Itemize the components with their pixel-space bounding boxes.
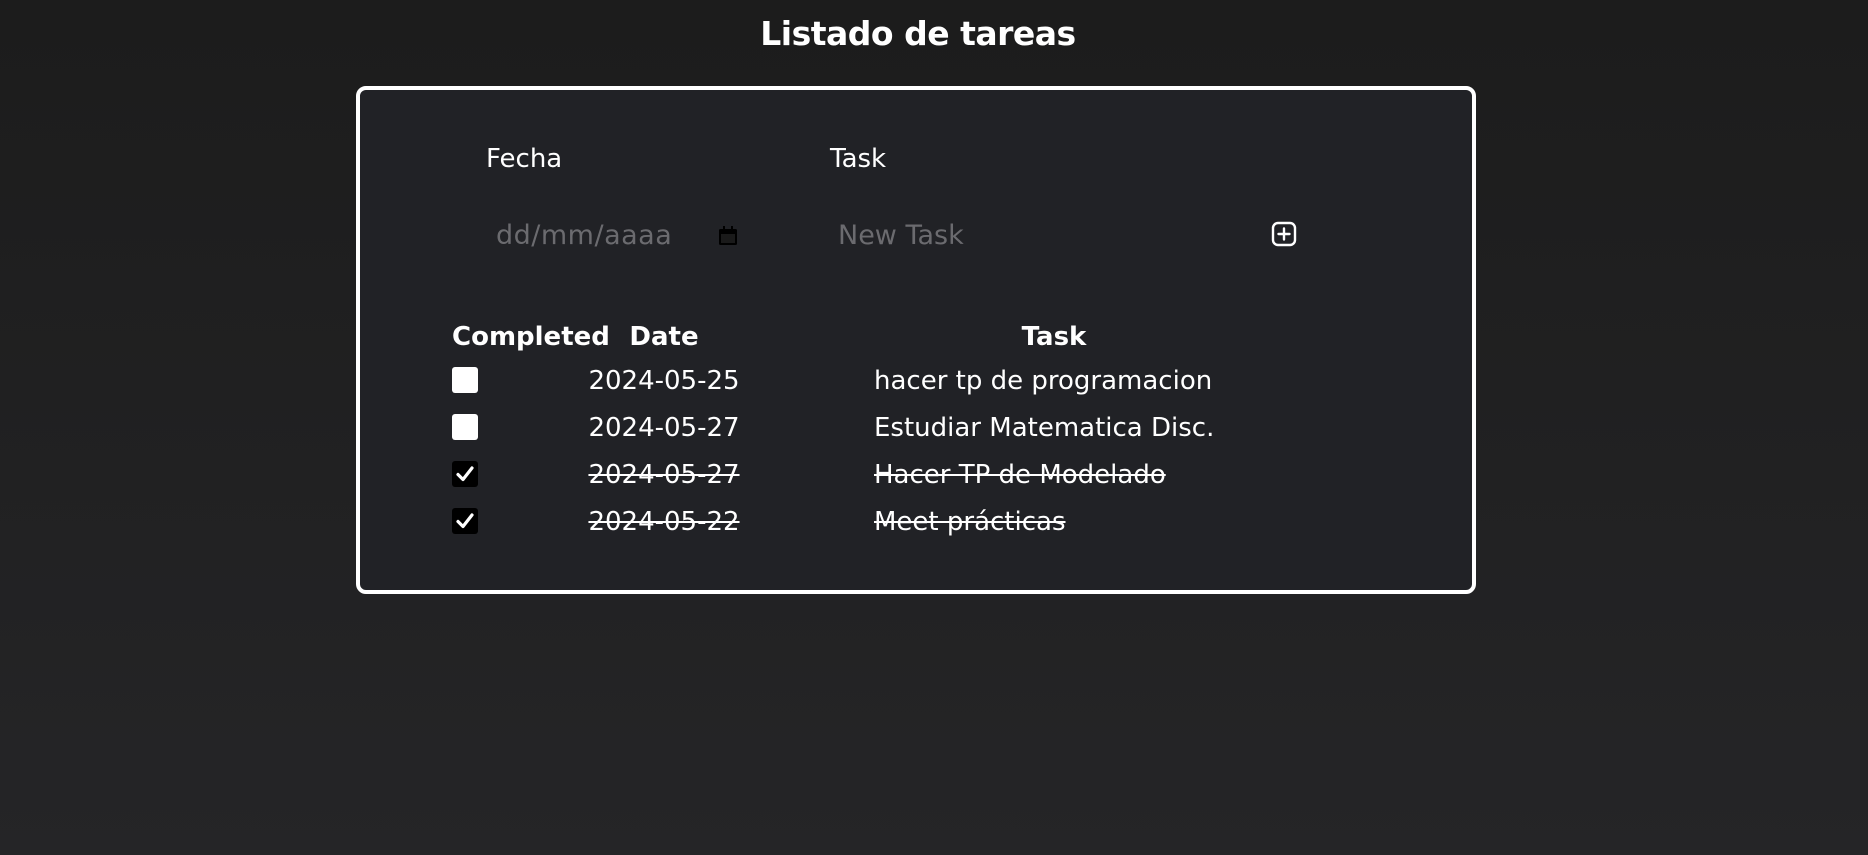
calendar-icon[interactable] (718, 226, 738, 246)
date-input[interactable]: dd/mm/aaaa (480, 210, 750, 260)
page-title: Listado de tareas (760, 14, 1076, 53)
header-task: Task (1021, 322, 1087, 352)
completed-checkbox[interactable] (452, 461, 478, 487)
checkmark-icon (456, 466, 474, 482)
task-label: Task (830, 144, 887, 174)
date-placeholder: dd/mm/aaaa (496, 219, 673, 251)
date-label: Fecha (486, 144, 563, 174)
task-text: Hacer TP de Modelado (874, 460, 1166, 490)
table-row: 2024-05-22 Meet prácticas (360, 505, 1472, 551)
task-date: 2024-05-27 (588, 413, 740, 443)
task-date: 2024-05-27 (588, 460, 740, 490)
plus-square-icon (1271, 221, 1297, 247)
task-date: 2024-05-25 (588, 366, 740, 396)
completed-checkbox[interactable] (452, 508, 478, 534)
table-row: 2024-05-25 hacer tp de programacion (360, 364, 1472, 410)
task-text: Estudiar Matematica Disc. (874, 413, 1215, 443)
table-row: 2024-05-27 Hacer TP de Modelado (360, 458, 1472, 504)
table-row: 2024-05-27 Estudiar Matematica Disc. (360, 411, 1472, 457)
add-task-button[interactable] (1264, 214, 1304, 254)
completed-checkbox[interactable] (452, 367, 478, 393)
task-text: hacer tp de programacion (874, 366, 1213, 396)
task-text: Meet prácticas (874, 507, 1066, 537)
task-date: 2024-05-22 (588, 507, 740, 537)
checkmark-icon (456, 513, 474, 529)
completed-checkbox[interactable] (452, 414, 478, 440)
new-task-input[interactable] (820, 210, 1240, 260)
header-date: Date (629, 322, 699, 352)
task-card: Fecha dd/mm/aaaa Task Completed Date Tas… (356, 86, 1476, 594)
